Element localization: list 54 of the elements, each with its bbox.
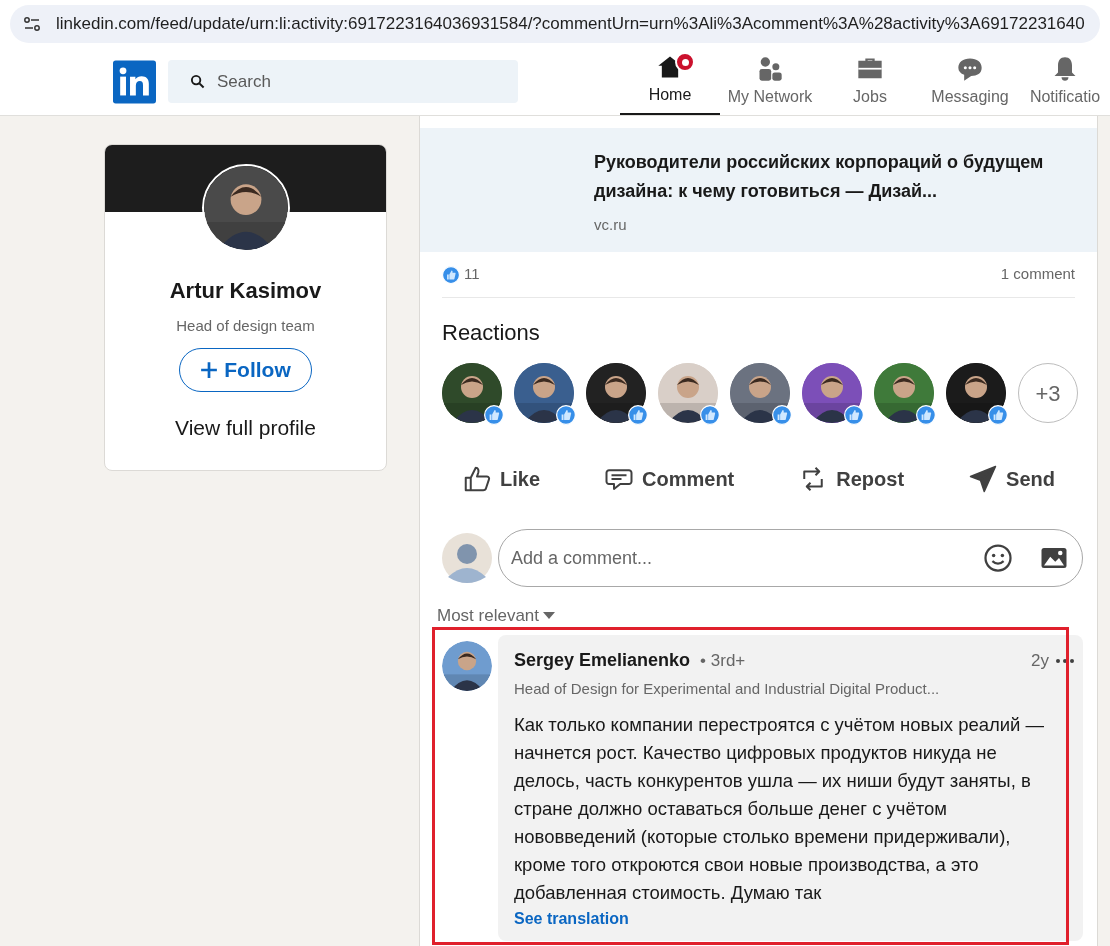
search-field[interactable]: Search — [168, 60, 518, 103]
more-options-icon[interactable] — [1055, 657, 1075, 664]
like-badge-icon — [628, 405, 648, 425]
likes-count[interactable]: 11 — [464, 263, 480, 286]
reactor-avatar[interactable] — [442, 363, 502, 423]
commenter-name[interactable]: Sergey Emelianenko — [514, 647, 691, 674]
search-icon — [190, 74, 205, 89]
caret-icon — [543, 612, 556, 620]
reactions-heading: Reactions — [442, 319, 541, 347]
article-source: vc.ru — [594, 215, 628, 235]
post-action-button[interactable]: Repost — [792, 459, 911, 499]
like-badge-icon — [772, 405, 792, 425]
like-badge-icon — [484, 405, 504, 425]
address-bar[interactable]: linkedin.com/feed/update/urn:li:activity:6917223164036931584/?commentUrn=urn%3Ali%3Acomment%3A%28activity%3A69172231640 — [10, 5, 1100, 43]
view-profile-link[interactable]: View full profile — [175, 411, 316, 443]
like-badge-icon — [700, 405, 720, 425]
link-preview[interactable]: Руководители российских корпораций о будущем дизайна: к чему готовиться — Дизай... vc.ru — [420, 128, 1097, 252]
connection-degree: • 3rd+ — [700, 649, 746, 672]
reactor-avatar[interactable] — [730, 363, 790, 423]
thumbs-up-icon — [462, 464, 492, 494]
profile-name: Artur Kasimov — [169, 277, 322, 305]
url-text: linkedin.com/feed/update/urn:li:activity:6917223164036931584/?commentUrn=urn%3Ali%3Acomment%3A%28activity%3A69172231640 — [56, 13, 1085, 36]
nav-tab[interactable]: Jobs — [820, 48, 920, 115]
like-badge-icon — [442, 265, 460, 284]
like-badge-icon — [556, 405, 576, 425]
like-badge-icon — [844, 405, 864, 425]
reactor-avatar[interactable] — [946, 363, 1006, 423]
plus-icon — [200, 360, 219, 379]
site-settings-icon[interactable] — [22, 14, 42, 34]
like-badge-icon — [916, 405, 936, 425]
reactor-avatar[interactable] — [514, 363, 574, 423]
article-title: Руководители российских корпораций о будущем дизайна: к чему готовиться — Дизай... — [594, 151, 1045, 203]
comment-text: Как только компании перестроятся с учётом новых реалий — начнется рост. Качество цифровых продуктов никуда не делось, часть конкурентов ушла — их ниши будут заняты, в стране должно оставаться больше денег с учётом нововведений (которые столько времени придерживали), кроме того откроются свои новые производства, а это добавленная стоимость. Думаю так — [514, 712, 1046, 905]
profile-headline: Head of design team — [176, 316, 315, 336]
reactor-avatar[interactable] — [802, 363, 862, 423]
like-badge-icon — [988, 405, 1008, 425]
comment-field[interactable]: Add a comment... — [498, 529, 1083, 587]
nav-tab[interactable]: Notificatio — [1020, 48, 1110, 115]
send-icon — [968, 464, 999, 494]
post-action-button[interactable]: Send — [962, 459, 1061, 499]
commenter-headline: Head of Design for Experimental and Industrial Digital Product... — [514, 679, 941, 699]
sort-dropdown[interactable]: Most relevant — [437, 605, 556, 627]
nav-tab[interactable]: Messaging — [920, 48, 1020, 115]
reactor-avatar[interactable] — [658, 363, 718, 423]
emoji-icon[interactable] — [983, 543, 1013, 573]
nav-tab[interactable]: My Network — [720, 48, 820, 115]
comments-count[interactable]: 1 comment — [1000, 263, 1075, 286]
reactor-avatar[interactable] — [586, 363, 646, 423]
user-avatar-icon — [442, 533, 492, 583]
reactor-avatar[interactable] — [874, 363, 934, 423]
see-translation-link[interactable]: See translation — [514, 909, 629, 928]
post-action-button[interactable]: Like — [456, 459, 547, 499]
comment-time: 2y — [1031, 649, 1049, 672]
post-action-button[interactable]: Comment — [598, 459, 741, 499]
